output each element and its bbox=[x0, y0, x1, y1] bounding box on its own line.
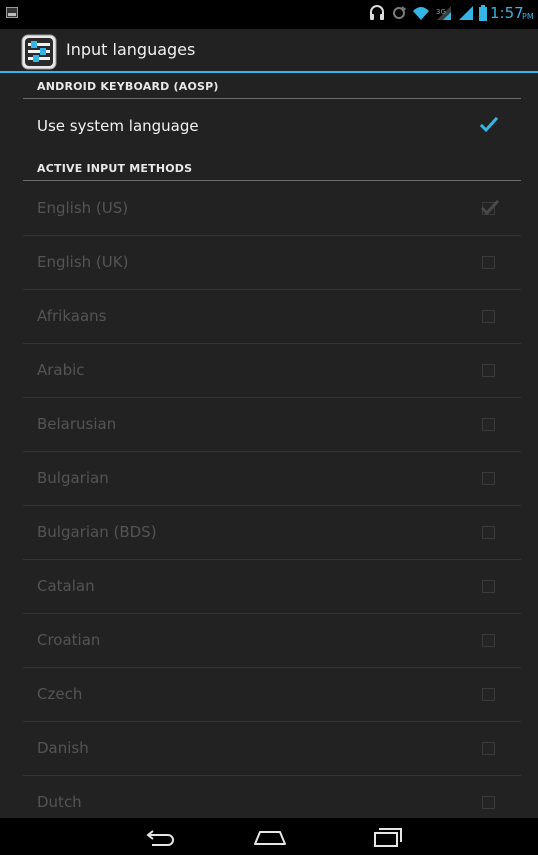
clock: 1:57 bbox=[490, 4, 524, 22]
list-item-arabic[interactable]: Arabic bbox=[23, 344, 521, 398]
clock-ampm: PM bbox=[522, 12, 534, 21]
signal-icon: 3G bbox=[436, 6, 451, 20]
action-bar: Input languages bbox=[0, 29, 538, 72]
list-item-label: Afrikaans bbox=[37, 307, 107, 325]
section-header-keyboard: ANDROID KEYBOARD (AOSP) bbox=[23, 77, 521, 99]
section-header-active-methods: ACTIVE INPUT METHODS bbox=[23, 159, 521, 181]
sync-icon bbox=[393, 6, 407, 19]
checkmark-icon bbox=[481, 199, 499, 216]
navigation-bar bbox=[0, 818, 538, 855]
section-header-label: ACTIVE INPUT METHODS bbox=[37, 162, 193, 175]
list-item-checkbox[interactable] bbox=[482, 688, 495, 701]
use-system-language-checkbox[interactable] bbox=[480, 116, 498, 133]
list-item-checkbox[interactable] bbox=[481, 199, 499, 216]
list-item-label: English (UK) bbox=[37, 253, 129, 271]
list-item-checkbox[interactable] bbox=[482, 418, 495, 431]
battery-icon bbox=[479, 5, 487, 21]
list-item-afrikaans[interactable]: Afrikaans bbox=[23, 290, 521, 344]
screen: 3G 1:57 PM Input languages ANDROID KEYBO… bbox=[0, 0, 538, 855]
list-item-checkbox[interactable] bbox=[482, 742, 495, 755]
list-item-catalan[interactable]: Catalan bbox=[23, 560, 521, 614]
recent-apps-icon[interactable] bbox=[370, 824, 406, 850]
list-item-czech[interactable]: Czech bbox=[23, 668, 521, 722]
list-item-croatian[interactable]: Croatian bbox=[23, 614, 521, 668]
list-item-label: Croatian bbox=[37, 631, 101, 649]
list-item-checkbox[interactable] bbox=[482, 310, 495, 323]
back-icon[interactable] bbox=[144, 824, 178, 850]
checkmark-icon bbox=[480, 116, 498, 133]
list-item-belarusian[interactable]: Belarusian bbox=[23, 398, 521, 452]
list-item-bulgarian[interactable]: Bulgarian bbox=[23, 452, 521, 506]
image-notification-icon bbox=[6, 7, 18, 18]
use-system-language-row[interactable]: Use system language bbox=[23, 100, 521, 154]
list-item-checkbox[interactable] bbox=[482, 256, 495, 269]
list-item-checkbox[interactable] bbox=[482, 796, 495, 809]
list-item-checkbox[interactable] bbox=[482, 472, 495, 485]
list-item-label: Danish bbox=[37, 739, 89, 757]
list-item-english-us[interactable]: English (US) bbox=[23, 182, 521, 236]
list-item-label: Czech bbox=[37, 685, 83, 703]
section-header-label: ANDROID KEYBOARD (AOSP) bbox=[37, 80, 219, 93]
list-item-bulgarian-bds[interactable]: Bulgarian (BDS) bbox=[23, 506, 521, 560]
list-item-label: Catalan bbox=[37, 577, 95, 595]
list-item-label: Arabic bbox=[37, 361, 85, 379]
list-item-label: Bulgarian bbox=[37, 469, 109, 487]
list-item-label: Dutch bbox=[37, 793, 82, 811]
list-item-checkbox[interactable] bbox=[482, 634, 495, 647]
list-item-label: Belarusian bbox=[37, 415, 117, 433]
use-system-language-label: Use system language bbox=[37, 117, 199, 135]
list-item-checkbox[interactable] bbox=[482, 364, 495, 377]
list-item-english-uk[interactable]: English (UK) bbox=[23, 236, 521, 290]
list-item-danish[interactable]: Danish bbox=[23, 722, 521, 776]
settings-sliders-icon[interactable] bbox=[21, 34, 57, 70]
list-item-checkbox[interactable] bbox=[482, 526, 495, 539]
list-item-checkbox[interactable] bbox=[482, 580, 495, 593]
action-bar-divider bbox=[0, 71, 538, 73]
signal-icon bbox=[459, 6, 473, 20]
svg-text:3G: 3G bbox=[436, 8, 446, 16]
home-icon[interactable] bbox=[252, 824, 288, 850]
headset-icon bbox=[370, 5, 384, 20]
wifi-icon bbox=[413, 7, 429, 20]
page-title: Input languages bbox=[66, 40, 196, 59]
list-item-label: Bulgarian (BDS) bbox=[37, 523, 157, 541]
list-item-label: English (US) bbox=[37, 199, 129, 217]
status-bar: 3G 1:57 PM bbox=[0, 0, 538, 29]
